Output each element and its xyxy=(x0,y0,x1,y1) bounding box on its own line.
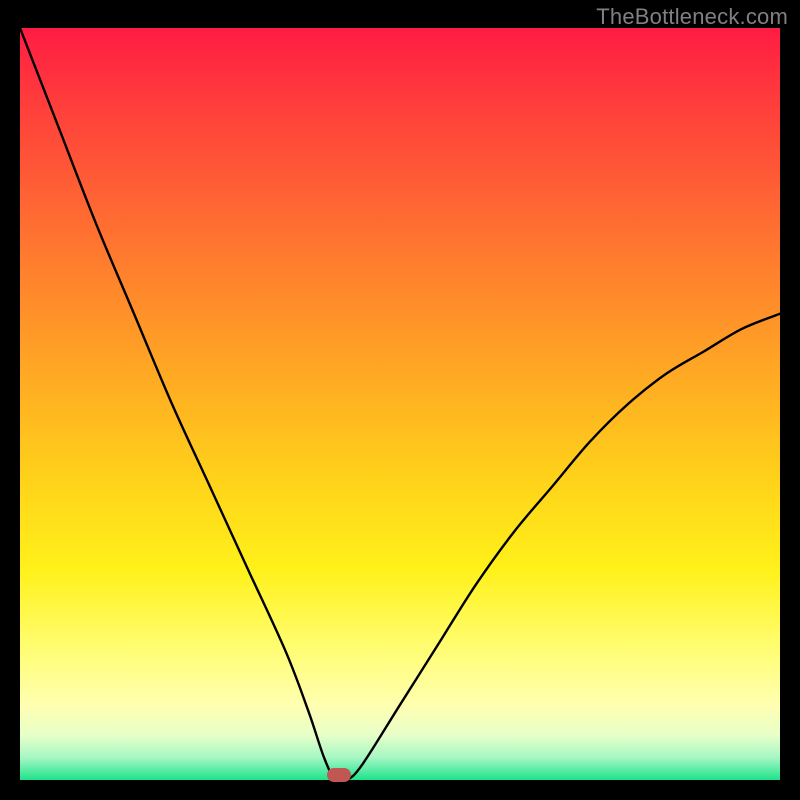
watermark-text: TheBottleneck.com xyxy=(596,4,788,30)
curve-svg xyxy=(20,28,780,780)
optimum-marker xyxy=(327,768,351,782)
plot-area xyxy=(20,28,780,780)
chart-frame: TheBottleneck.com xyxy=(0,0,800,800)
bottleneck-curve xyxy=(20,28,780,780)
